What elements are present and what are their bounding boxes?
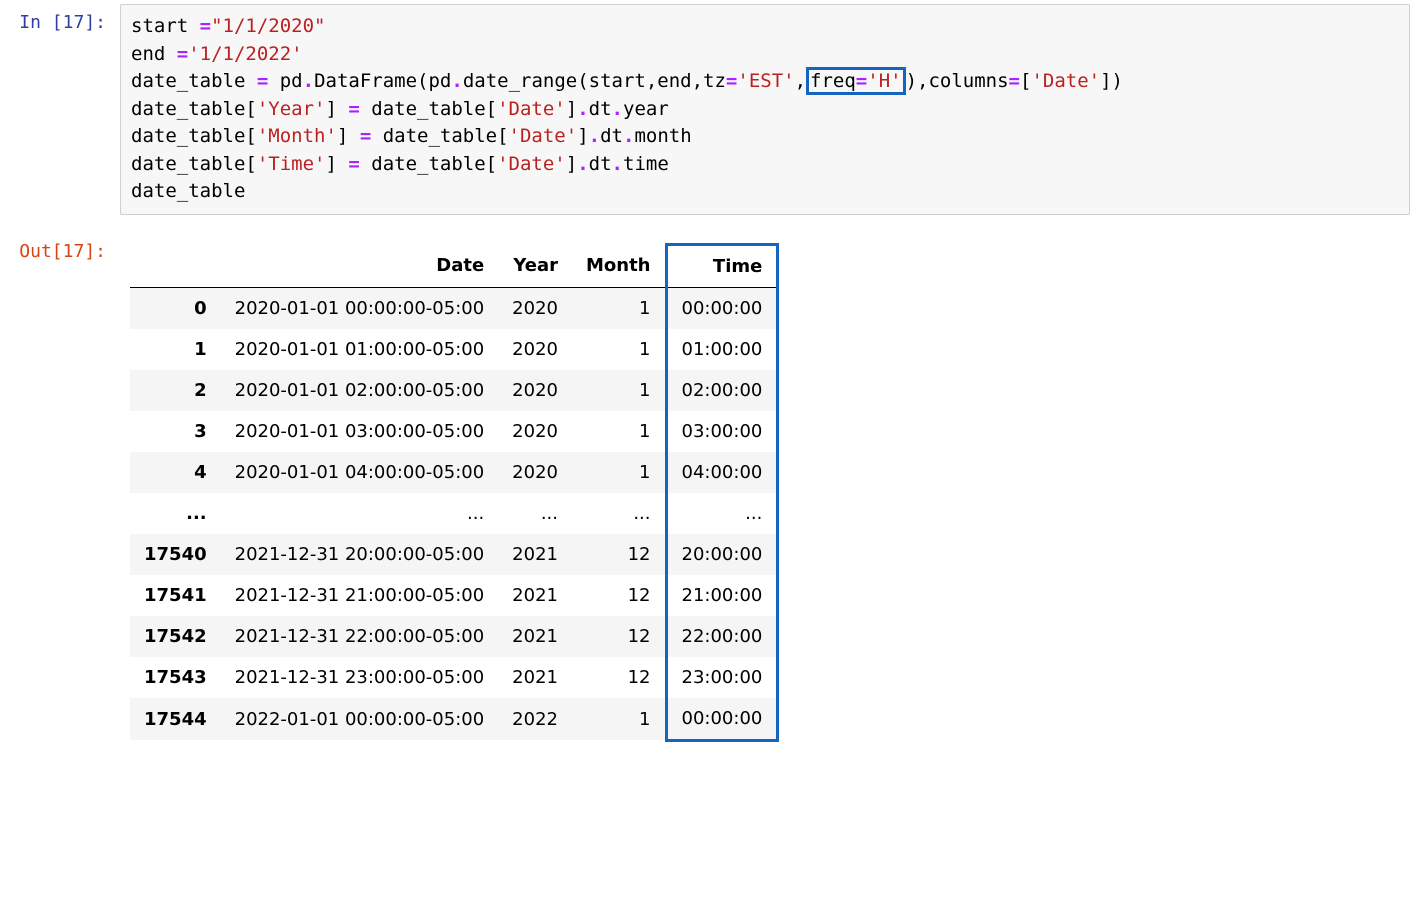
cell-month: 12: [572, 616, 666, 657]
row-index: ...: [130, 493, 221, 534]
table-row: 02020-01-01 00:00:00-05:002020100:00:00: [130, 287, 778, 329]
cell-year: 2021: [498, 657, 572, 698]
cell-year: 2021: [498, 575, 572, 616]
cell-date: 2022-01-01 00:00:00-05:00: [221, 698, 499, 741]
cell-date: 2020-01-01 03:00:00-05:00: [221, 411, 499, 452]
row-index: 1: [130, 329, 221, 370]
input-cell: In [17]: start ="1/1/2020" end ='1/1/202…: [0, 0, 1418, 215]
cell-date: 2020-01-01 00:00:00-05:00: [221, 287, 499, 329]
table-row: 175402021-12-31 20:00:00-05:0020211220:0…: [130, 534, 778, 575]
highlight-freq-arg: freq='H': [806, 67, 906, 95]
cell-date: ...: [221, 493, 499, 534]
cell-month: ...: [572, 493, 666, 534]
cell-time: 00:00:00: [666, 698, 778, 741]
code-block[interactable]: start ="1/1/2020" end ='1/1/2022' date_t…: [131, 13, 1399, 206]
cell-time: 20:00:00: [666, 534, 778, 575]
col-index: [130, 244, 221, 287]
table-row: 22020-01-01 02:00:00-05:002020102:00:00: [130, 370, 778, 411]
cell-time: 00:00:00: [666, 287, 778, 329]
cell-year: 2020: [498, 329, 572, 370]
output-cell: Out[17]: Date Year Month Time 02020-01-0…: [0, 229, 1418, 762]
table-row: 12020-01-01 01:00:00-05:002020101:00:00: [130, 329, 778, 370]
col-year: Year: [498, 244, 572, 287]
table-header-row: Date Year Month Time: [130, 244, 778, 287]
cell-time: 01:00:00: [666, 329, 778, 370]
cell-date: 2020-01-01 04:00:00-05:00: [221, 452, 499, 493]
row-index: 4: [130, 452, 221, 493]
cell-year: 2020: [498, 452, 572, 493]
row-index: 2: [130, 370, 221, 411]
cell-time: 23:00:00: [666, 657, 778, 698]
dataframe-table: Date Year Month Time 02020-01-01 00:00:0…: [130, 243, 779, 742]
cell-date: 2021-12-31 20:00:00-05:00: [221, 534, 499, 575]
cell-month: 12: [572, 575, 666, 616]
col-month: Month: [572, 244, 666, 287]
cell-date: 2021-12-31 22:00:00-05:00: [221, 616, 499, 657]
table-row: 175442022-01-01 00:00:00-05:002022100:00…: [130, 698, 778, 741]
cell-year: 2020: [498, 287, 572, 329]
cell-time: 04:00:00: [666, 452, 778, 493]
cell-time: 02:00:00: [666, 370, 778, 411]
col-time: Time: [666, 244, 778, 287]
cell-month: 1: [572, 411, 666, 452]
cell-year: 2020: [498, 370, 572, 411]
cell-date: 2020-01-01 02:00:00-05:00: [221, 370, 499, 411]
table-row: 175422021-12-31 22:00:00-05:0020211222:0…: [130, 616, 778, 657]
table-row: 32020-01-01 03:00:00-05:002020103:00:00: [130, 411, 778, 452]
cell-month: 1: [572, 452, 666, 493]
cell-date: 2021-12-31 23:00:00-05:00: [221, 657, 499, 698]
in-prompt: In [17]:: [0, 4, 120, 33]
row-index: 17544: [130, 698, 221, 741]
row-index: 17541: [130, 575, 221, 616]
table-row: 175412021-12-31 21:00:00-05:0020211221:0…: [130, 575, 778, 616]
table-row: 175432021-12-31 23:00:00-05:0020211223:0…: [130, 657, 778, 698]
cell-time: 22:00:00: [666, 616, 778, 657]
cell-month: 1: [572, 287, 666, 329]
out-prompt: Out[17]:: [0, 233, 120, 262]
row-index: 0: [130, 287, 221, 329]
col-date: Date: [221, 244, 499, 287]
table-row: ...............: [130, 493, 778, 534]
dataframe-output: Date Year Month Time 02020-01-01 00:00:0…: [120, 233, 1418, 762]
row-index: 17542: [130, 616, 221, 657]
cell-time: ...: [666, 493, 778, 534]
cell-year: 2020: [498, 411, 572, 452]
cell-month: 1: [572, 698, 666, 741]
cell-month: 12: [572, 534, 666, 575]
cell-time: 21:00:00: [666, 575, 778, 616]
cell-year: ...: [498, 493, 572, 534]
row-index: 3: [130, 411, 221, 452]
cell-month: 1: [572, 329, 666, 370]
cell-year: 2021: [498, 534, 572, 575]
cell-time: 03:00:00: [666, 411, 778, 452]
table-row: 42020-01-01 04:00:00-05:002020104:00:00: [130, 452, 778, 493]
row-index: 17540: [130, 534, 221, 575]
cell-month: 1: [572, 370, 666, 411]
cell-year: 2021: [498, 616, 572, 657]
cell-month: 12: [572, 657, 666, 698]
cell-year: 2022: [498, 698, 572, 741]
code-input-area[interactable]: start ="1/1/2020" end ='1/1/2022' date_t…: [120, 4, 1410, 215]
cell-date: 2020-01-01 01:00:00-05:00: [221, 329, 499, 370]
row-index: 17543: [130, 657, 221, 698]
cell-date: 2021-12-31 21:00:00-05:00: [221, 575, 499, 616]
